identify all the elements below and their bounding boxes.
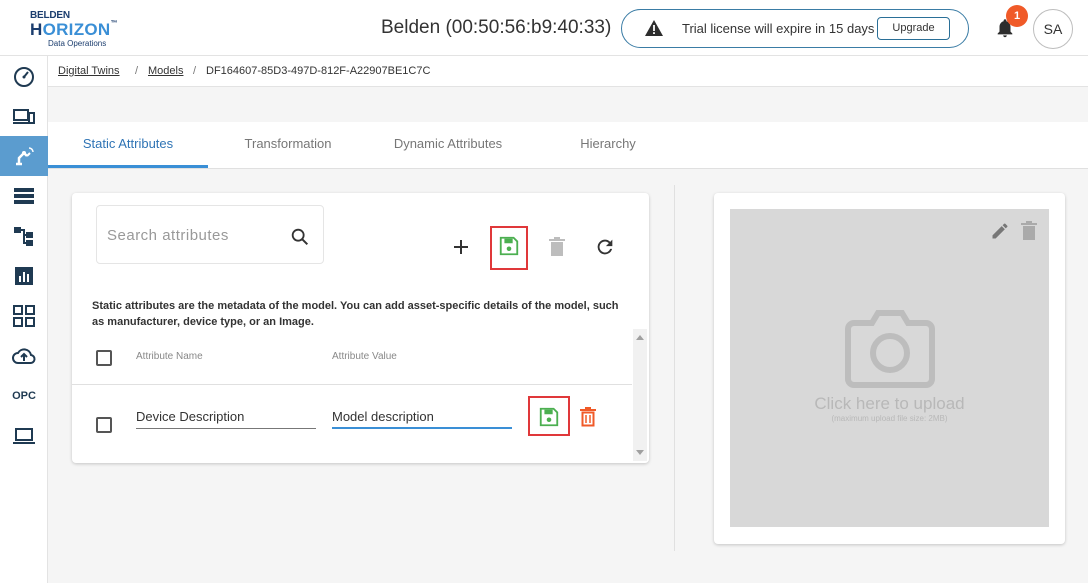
column-header-attribute-name: Attribute Name bbox=[136, 351, 203, 362]
save-all-button[interactable] bbox=[496, 233, 522, 259]
upgrade-button[interactable]: Upgrade bbox=[877, 17, 950, 40]
user-avatar[interactable]: SA bbox=[1033, 9, 1073, 49]
breadcrumb-separator: / bbox=[135, 65, 139, 77]
row-delete-button[interactable] bbox=[575, 404, 601, 430]
logo-line3: Data Operations bbox=[48, 39, 107, 48]
sidebar-item-dashboard[interactable] bbox=[0, 56, 48, 96]
hierarchy-icon bbox=[14, 227, 33, 246]
select-all-checkbox[interactable] bbox=[96, 350, 112, 366]
model-image-card: Click here to upload (maximum upload fil… bbox=[714, 193, 1065, 544]
edit-pencil-icon[interactable] bbox=[990, 221, 1010, 241]
laptop-icon bbox=[13, 428, 35, 444]
dashboard-gauge-icon bbox=[14, 67, 34, 87]
breadcrumb-models[interactable]: Models bbox=[148, 65, 183, 77]
trial-license-banner: Trial license will expire in 15 days Upg… bbox=[621, 9, 969, 48]
cloud-upload-icon bbox=[12, 348, 36, 364]
static-attributes-description: Static attributes are the metadata of th… bbox=[92, 300, 619, 328]
table-scrollbar[interactable] bbox=[633, 329, 647, 461]
sidebar-item-apps[interactable] bbox=[0, 296, 48, 336]
attribute-name-input[interactable] bbox=[136, 405, 316, 429]
static-attributes-card: Static attributes are the metadata of th… bbox=[72, 193, 649, 463]
breadcrumb-model-id: DF164607-85D3-497D-812F-A22907BE1C7C bbox=[206, 65, 431, 77]
analytics-icon bbox=[15, 267, 33, 285]
refresh-button[interactable] bbox=[592, 234, 618, 260]
digital-twin-robot-icon bbox=[16, 147, 34, 166]
notification-count-badge: 1 bbox=[1006, 5, 1028, 27]
tab-static-attributes[interactable]: Static Attributes bbox=[48, 122, 208, 168]
scroll-down-arrow[interactable] bbox=[636, 450, 644, 455]
panel-divider bbox=[674, 185, 675, 551]
sidebar-item-devices[interactable] bbox=[0, 96, 48, 136]
save-icon bbox=[539, 407, 559, 427]
belden-horizon-logo[interactable]: BELDEN HORIZON™ Data Operations bbox=[28, 10, 128, 48]
upload-prompt: Click here to upload bbox=[814, 394, 965, 413]
sidebar-item-hierarchy[interactable] bbox=[0, 216, 48, 256]
sidebar-item-analytics[interactable] bbox=[0, 256, 48, 296]
image-upload-area[interactable]: Click here to upload (maximum upload fil… bbox=[730, 209, 1049, 527]
tab-dynamic-attributes[interactable]: Dynamic Attributes bbox=[368, 122, 528, 168]
column-header-attribute-value: Attribute Value bbox=[332, 351, 397, 362]
trash-icon bbox=[549, 237, 565, 256]
search-input[interactable] bbox=[107, 224, 277, 246]
camera-icon bbox=[845, 310, 935, 388]
plus-icon bbox=[454, 240, 468, 254]
search-icon[interactable] bbox=[289, 226, 311, 248]
trash-icon[interactable] bbox=[1020, 221, 1038, 241]
sidebar: OPC bbox=[0, 56, 48, 583]
breadcrumb-digital-twins[interactable]: Digital Twins bbox=[58, 65, 120, 77]
row-save-button[interactable] bbox=[536, 404, 562, 430]
trash-icon bbox=[580, 407, 596, 427]
attribute-value-input[interactable] bbox=[332, 405, 512, 429]
delete-all-button[interactable] bbox=[544, 234, 570, 260]
sidebar-item-digital-twins[interactable] bbox=[0, 136, 48, 176]
warning-icon bbox=[645, 20, 663, 36]
device-title: Belden (00:50:56:b9:40:33) bbox=[381, 17, 612, 38]
top-bar: BELDEN HORIZON™ Data Operations Belden (… bbox=[0, 0, 1088, 56]
search-box bbox=[96, 205, 324, 264]
scroll-up-arrow[interactable] bbox=[636, 335, 644, 340]
apps-grid-icon bbox=[13, 305, 35, 327]
tab-transformation[interactable]: Transformation bbox=[208, 122, 368, 168]
sidebar-item-list[interactable] bbox=[0, 176, 48, 216]
sidebar-item-opc[interactable]: OPC bbox=[0, 376, 48, 416]
opc-label: OPC bbox=[12, 390, 36, 402]
refresh-icon bbox=[597, 239, 613, 255]
table-divider bbox=[72, 384, 632, 385]
trial-message: Trial license will expire in 15 days bbox=[682, 21, 875, 36]
devices-icon bbox=[13, 109, 35, 124]
row-checkbox[interactable] bbox=[96, 417, 112, 433]
breadcrumb: Digital Twins / Models / DF164607-85D3-4… bbox=[48, 56, 1088, 87]
sidebar-item-upload[interactable] bbox=[0, 336, 48, 376]
sidebar-item-laptop[interactable] bbox=[0, 416, 48, 456]
list-icon bbox=[14, 188, 34, 204]
add-attribute-button[interactable] bbox=[448, 234, 474, 260]
tab-bar: Static Attributes Transformation Dynamic… bbox=[48, 122, 1088, 169]
breadcrumb-separator: / bbox=[193, 65, 197, 77]
save-icon bbox=[499, 236, 519, 256]
logo-line2: HORIZON™ bbox=[30, 20, 118, 39]
tab-hierarchy[interactable]: Hierarchy bbox=[528, 122, 688, 168]
upload-size-hint: (maximum upload file size: 2MB) bbox=[831, 414, 948, 423]
